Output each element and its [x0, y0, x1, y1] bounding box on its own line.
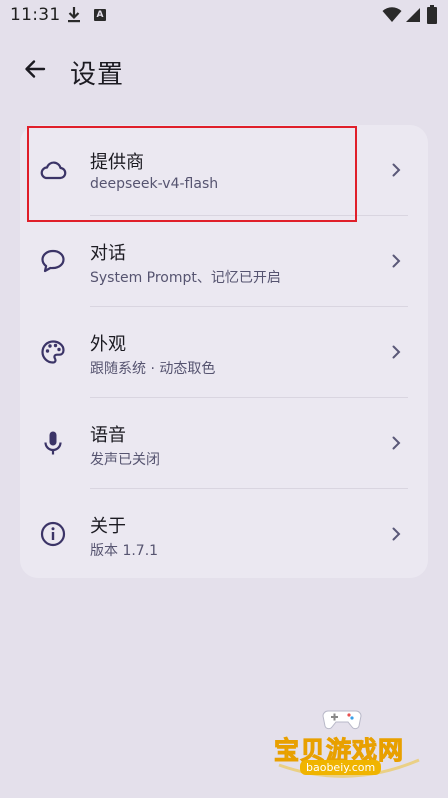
download-icon — [66, 6, 82, 28]
highlight-box — [27, 126, 357, 222]
settings-item-title: 对话 — [90, 243, 126, 264]
chevron-right-icon — [386, 524, 406, 544]
settings-item-conversation[interactable]: 对话 System Prompt、记忆已开启 — [20, 216, 428, 306]
info-icon — [38, 519, 68, 549]
status-bar: 11:31 A — [0, 0, 448, 30]
settings-item-subtitle: 版本 1.7.1 — [90, 543, 159, 559]
chevron-right-icon — [386, 160, 406, 180]
signal-icon — [405, 7, 421, 27]
palette-icon — [38, 337, 68, 367]
microphone-icon — [38, 428, 68, 458]
status-time: 11:31 — [10, 5, 61, 25]
watermark: 宝贝游戏网 baobeiy.com — [273, 705, 434, 785]
battery-icon — [427, 5, 437, 28]
settings-item-voice[interactable]: 语音 发声已关闭 — [20, 398, 428, 488]
back-button[interactable] — [20, 56, 50, 86]
chevron-right-icon — [386, 251, 406, 271]
settings-item-subtitle: 跟随系统 · 动态取色 — [90, 361, 216, 377]
page-title: 设置 — [70, 60, 125, 90]
settings-item-title: 关于 — [90, 516, 126, 537]
settings-item-about[interactable]: 关于 版本 1.7.1 — [20, 489, 428, 579]
arrow-left-icon — [23, 57, 47, 85]
wifi-icon — [382, 7, 402, 27]
watermark-url: baobeiy.com — [300, 760, 382, 775]
settings-item-subtitle: 发声已关闭 — [90, 452, 160, 468]
app-bar: 设置 — [0, 30, 448, 110]
chat-bubble-icon — [38, 246, 68, 276]
notification-badge: A — [94, 9, 106, 21]
settings-item-subtitle: System Prompt、记忆已开启 — [90, 270, 281, 286]
settings-item-appearance[interactable]: 外观 跟随系统 · 动态取色 — [20, 307, 428, 397]
settings-item-title: 语音 — [90, 425, 126, 446]
settings-item-title: 外观 — [90, 334, 126, 355]
chevron-right-icon — [386, 342, 406, 362]
chevron-right-icon — [386, 433, 406, 453]
